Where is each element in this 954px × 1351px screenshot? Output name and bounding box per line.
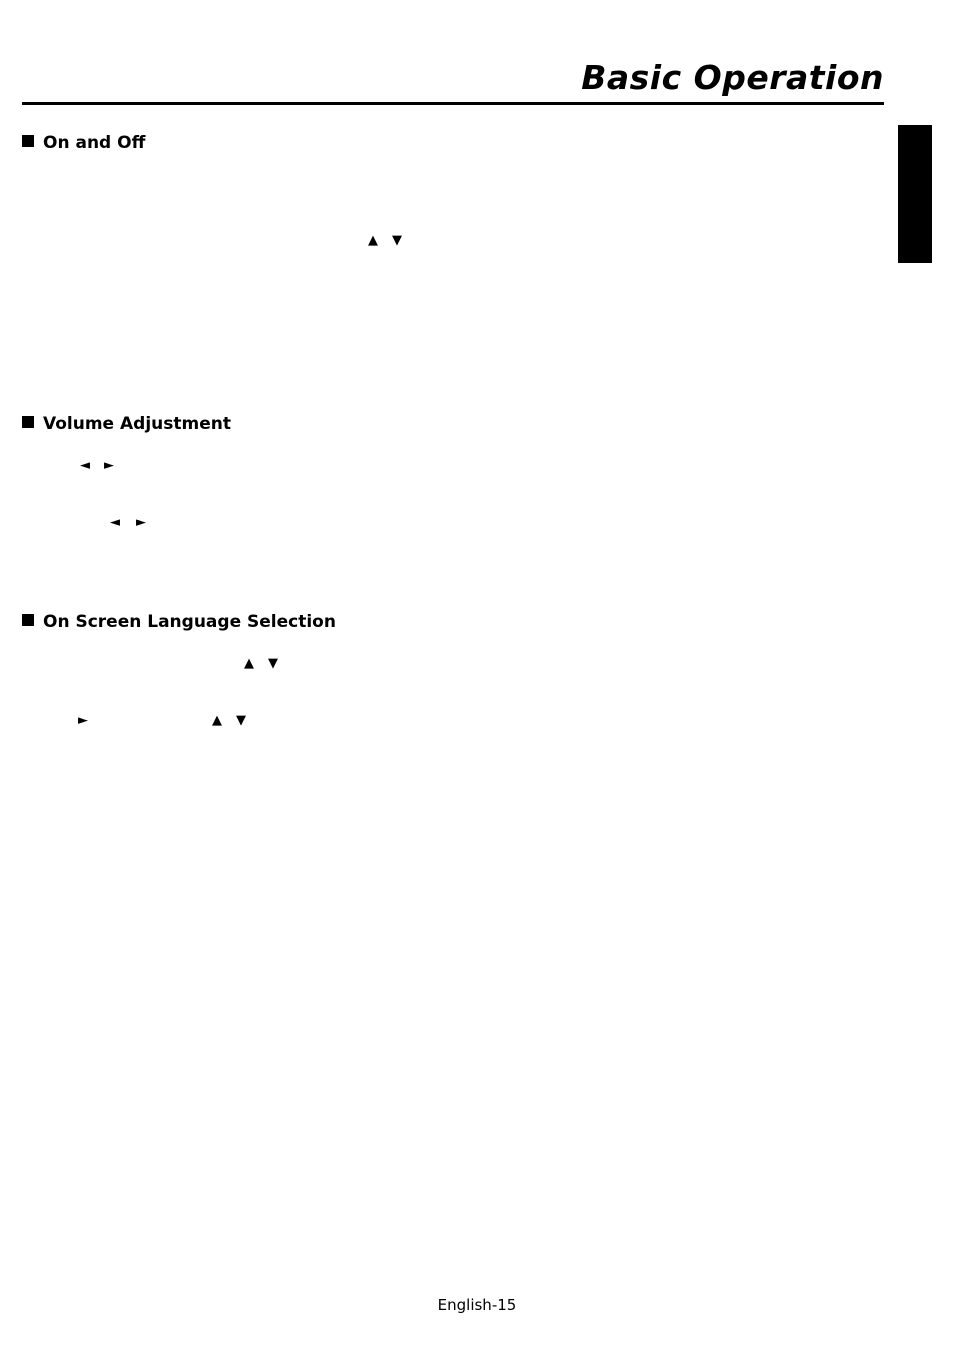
arrow-left-icon: ◄ xyxy=(110,515,120,530)
page-footer: English-15 xyxy=(0,1296,954,1314)
arrow-down-icon: ▼ xyxy=(268,656,278,671)
page-header: Basic Operation xyxy=(0,0,954,110)
arrow-left-icon: ◄ xyxy=(80,458,90,473)
edge-index-tab xyxy=(898,125,932,263)
section-heading-on-and-off: On and Off xyxy=(22,133,145,153)
arrow-glyphs-up-down-language: ▲ ▼ xyxy=(244,657,278,670)
section-heading-label: On and Off xyxy=(43,133,146,153)
square-bullet-icon xyxy=(22,135,34,147)
arrow-right-icon: ► xyxy=(136,515,146,530)
square-bullet-icon xyxy=(22,416,34,428)
page-number-label: English-15 xyxy=(437,1296,517,1314)
header-divider xyxy=(22,102,884,105)
arrow-right-icon: ► xyxy=(78,713,88,728)
arrow-glyphs-left-right-volume-secondary: ◄ ► xyxy=(110,516,146,529)
arrow-up-icon: ▲ xyxy=(368,233,378,248)
arrow-up-icon: ▲ xyxy=(244,656,254,671)
arrow-glyphs-up-down-language-secondary: ▲ ▼ xyxy=(212,714,246,727)
section-heading-label: On Screen Language Selection xyxy=(43,612,336,632)
arrow-down-icon: ▼ xyxy=(236,713,246,728)
arrow-glyphs-left-right-volume: ◄ ► xyxy=(80,459,114,472)
square-bullet-icon xyxy=(22,614,34,626)
arrow-down-icon: ▼ xyxy=(392,233,402,248)
section-heading-label: Volume Adjustment xyxy=(43,414,231,434)
section-heading-volume-adjustment: Volume Adjustment xyxy=(22,414,231,434)
page-title: Basic Operation xyxy=(581,58,884,97)
arrow-up-icon: ▲ xyxy=(212,713,222,728)
arrow-right-icon: ► xyxy=(104,458,114,473)
arrow-glyph-right-language: ► xyxy=(78,714,88,727)
arrow-glyphs-up-down-power: ▲ ▼ xyxy=(368,234,402,247)
section-heading-on-screen-language-selection: On Screen Language Selection xyxy=(22,612,336,632)
